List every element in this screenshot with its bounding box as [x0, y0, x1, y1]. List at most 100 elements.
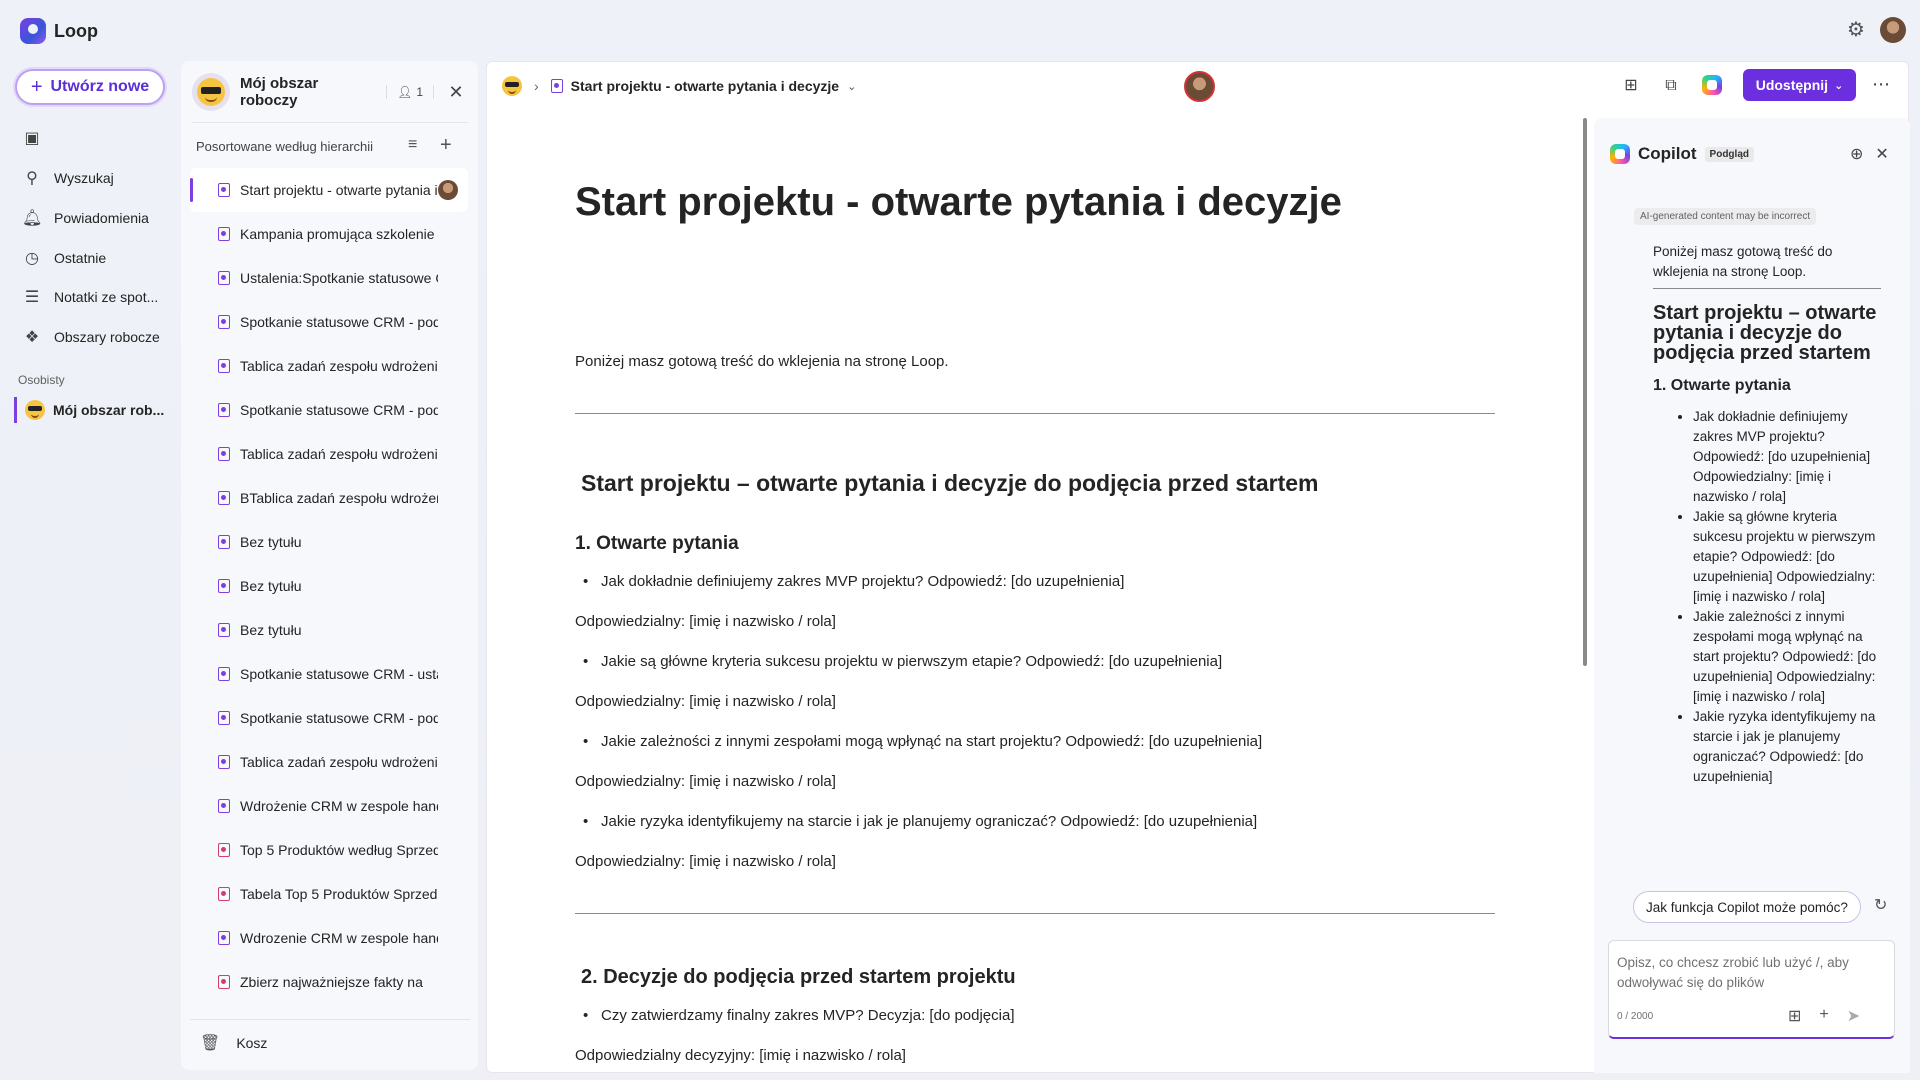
close-icon[interactable]: ✕: [1875, 144, 1888, 164]
nav-item-label: Powiadomienia: [54, 210, 149, 226]
collaborator-avatar: [438, 180, 458, 200]
share-button[interactable]: Udostępnij ⌄: [1743, 69, 1856, 101]
page-list-item[interactable]: Zbierz najważniejsze fakty na: [190, 960, 468, 1004]
page-list-item[interactable]: Tablica zadań zespołu wdrożeniowego: [190, 344, 468, 388]
loop-page-icon: [218, 579, 230, 593]
more-options-icon[interactable]: ⋯: [1872, 74, 1890, 95]
page-list-item[interactable]: Spotkanie statusowe CRM - podsumowanie: [190, 696, 468, 740]
page-list-item[interactable]: Tablica zadań zespołu wdrożeniowego: [190, 740, 468, 784]
page-list-item[interactable]: Ustalenia:Spotkanie statusowe CRM: [190, 256, 468, 300]
list-item: Jak dokładnie definiujemy zakres MVP pro…: [1693, 407, 1881, 507]
page-title: Spotkanie statusowe CRM - ustalenia: [240, 666, 438, 682]
doc-paragraph: Odpowiedzialny: [imię i nazwisko / rola]: [575, 693, 836, 710]
page-title: Tablica zadań zespołu wdrożeniowego: [240, 358, 438, 374]
copilot-prompt-placeholder: Opisz, co chcesz zrobić lub użyć /, aby …: [1617, 955, 1849, 990]
page-list-item[interactable]: Bez tytułu: [190, 608, 468, 652]
close-icon[interactable]: ✕: [444, 82, 468, 103]
page-title: Ustalenia:Spotkanie statusowe CRM: [240, 270, 438, 286]
page-list-item[interactable]: Bez tytułu: [190, 564, 468, 608]
collaborator-avatar[interactable]: [1184, 71, 1215, 102]
loop-page-icon: [218, 623, 230, 637]
page-list-item[interactable]: Tablica zadań zespołu wdrożeniowego: [190, 432, 468, 476]
workspace-members-button[interactable]: 👤︎ 1: [386, 85, 434, 99]
sidebar-toggle[interactable]: ▣: [22, 124, 42, 152]
page-list-item[interactable]: Spotkanie statusowe CRM - podsumowanie: [190, 388, 468, 432]
add-page-icon[interactable]: +: [440, 134, 452, 157]
settings-gear-icon[interactable]: ⚙: [1844, 18, 1868, 42]
send-icon[interactable]: ➤: [1847, 1006, 1860, 1026]
doc-heading-2: Start projektu – otwarte pytania i decyz…: [581, 470, 1319, 496]
plus-icon[interactable]: +: [1819, 1006, 1828, 1026]
divider: [1653, 288, 1881, 289]
section-label-personal: Osobisty: [18, 373, 65, 387]
refresh-icon[interactable]: ↻: [1874, 895, 1887, 915]
search-icon: ⚲: [26, 170, 38, 187]
page-title: Wdrozenie CRM w zespole handlowym: [240, 930, 438, 946]
create-new-button[interactable]: + Utwórz nowe: [15, 69, 165, 105]
breadcrumb-page[interactable]: Start projektu - otwarte pytania i decyz…: [550, 78, 857, 94]
document-body[interactable]: Start projektu - otwarte pytania i decyz…: [575, 150, 1495, 1067]
filter-icon[interactable]: ≡: [408, 136, 417, 154]
copilot-icon: [1610, 144, 1630, 164]
chevron-down-icon: ⌄: [847, 80, 857, 93]
nav-item-meeting-notes[interactable]: ☰ Notatki ze spot...: [22, 283, 158, 311]
plus-icon: +: [30, 75, 43, 98]
divider: [190, 1019, 470, 1020]
page-list-item[interactable]: Spotkanie statusowe CRM - ustalenia: [190, 652, 468, 696]
copilot-suggestion-chip[interactable]: Jak funkcja Copilot może pomóc?: [1633, 891, 1861, 923]
page-title: Bez tytułu: [240, 534, 302, 550]
page-list-item[interactable]: BTablica zadań zespołu wdrożeniowego: [190, 476, 468, 520]
sort-label: Posortowane według hierarchii: [196, 139, 374, 154]
chevron-right-icon: ›: [534, 78, 539, 94]
new-chat-icon[interactable]: ⊕: [1850, 144, 1863, 164]
page-title: Spotkanie statusowe CRM - podsumowanie: [240, 402, 438, 418]
page-title: Spotkanie statusowe CRM - podsumowanie: [240, 314, 438, 330]
loop-page-icon: [218, 931, 230, 945]
copilot-input-actions: ⊞ + ➤: [1788, 1006, 1860, 1026]
document-page-icon: [218, 887, 230, 901]
page-list-item[interactable]: Bez tytułu: [190, 520, 468, 564]
attach-component-icon[interactable]: ⊞: [1788, 1006, 1801, 1026]
copilot-title: Copilot: [1638, 144, 1697, 163]
page-list-item[interactable]: Spotkanie statusowe CRM - podsumowanie: [190, 300, 468, 344]
page-list-item[interactable]: Start projektu - otwarte pytania i decyz…: [190, 168, 468, 212]
page-list-item[interactable]: Wdrożenie CRM w zespole handlowym: [190, 784, 468, 828]
scrollbar[interactable]: [1583, 118, 1587, 666]
copilot-header: Copilot Podgląd: [1610, 144, 1754, 164]
page-title: Zbierz najważniejsze fakty na: [240, 974, 423, 990]
nav-item-notifications[interactable]: 🔔︎ Powiadomienia: [22, 204, 149, 232]
character-counter: 0 / 2000: [1617, 1011, 1654, 1022]
page-list-item[interactable]: Kampania promująca szkolenie: [190, 212, 468, 256]
person-icon: 👤︎: [397, 85, 413, 99]
nav-item-recent[interactable]: ◷ Ostatnie: [22, 244, 106, 272]
page-list-item[interactable]: Wdrozenie CRM w zespole handlowym: [190, 916, 468, 960]
list-item: Jakie są główne kryteria sukcesu projekt…: [1693, 507, 1881, 607]
doc-heading-3: 1. Otwarte pytania: [575, 533, 739, 554]
page-list: Start projektu - otwarte pytania i decyz…: [190, 168, 468, 1004]
user-avatar[interactable]: [1880, 17, 1906, 43]
trash-button[interactable]: 🗑︎ Kosz: [200, 1033, 267, 1053]
page-list-item[interactable]: Top 5 Produktów według Sprzedaży: [190, 828, 468, 872]
page-title: Wdrożenie CRM w zespole handlowym: [240, 798, 438, 814]
loop-page-icon: [218, 227, 230, 241]
divider: [575, 413, 1495, 414]
copilot-list: Jak dokładnie definiujemy zakres MVP pro…: [1653, 407, 1881, 787]
nav-item-search[interactable]: ⚲ Wyszukaj: [22, 164, 114, 192]
page-list-item[interactable]: Tabela Top 5 Produktów Sprzedaży: [190, 872, 468, 916]
trash-icon: 🗑︎: [200, 1035, 221, 1052]
loop-page-icon: [218, 711, 230, 725]
page-view-icon[interactable]: ⧉: [1660, 75, 1682, 97]
workspace-avatar[interactable]: [192, 73, 230, 111]
page-title: Spotkanie statusowe CRM - podsumowanie: [240, 710, 438, 726]
loop-page-icon: [218, 667, 230, 681]
workspace-title[interactable]: Mój obszar roboczy: [240, 75, 376, 109]
workspace-emoji-icon[interactable]: [502, 76, 522, 96]
nav-item-my-workspace[interactable]: Mój obszar rob...: [14, 397, 174, 423]
components-icon[interactable]: ⊞: [1620, 75, 1642, 97]
app-logo[interactable]: Loop: [20, 18, 98, 44]
copilot-icon[interactable]: [1701, 75, 1723, 97]
doc-bullet: Jakie są główne kryteria sukcesu projekt…: [575, 651, 1495, 673]
share-label: Udostępnij: [1755, 77, 1829, 93]
workspaces-icon: ❖: [24, 329, 40, 346]
nav-item-workspaces[interactable]: ❖ Obszary robocze: [22, 323, 160, 351]
